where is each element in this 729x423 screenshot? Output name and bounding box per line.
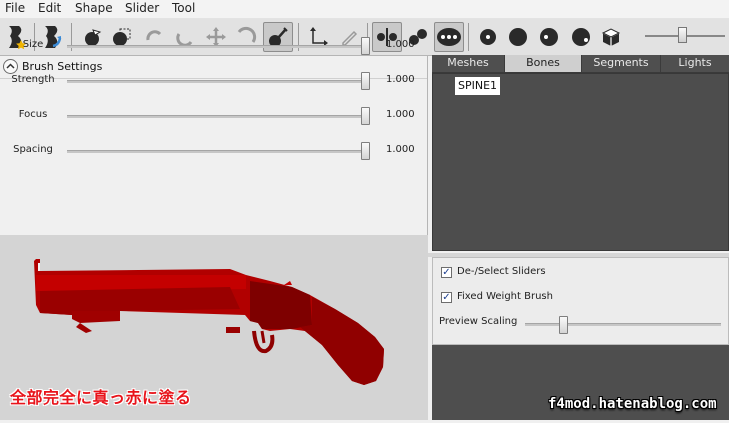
three-dots-icon[interactable] [434,22,464,52]
deselect-sliders-label: De-/Select Sliders [457,266,546,277]
brush-settings-title: Brush Settings [22,60,103,73]
bone-item-spine1[interactable]: SPINE1 [455,77,501,95]
tab-meshes[interactable]: Meshes [432,55,505,72]
brush-focus-slider-track[interactable] [67,115,370,118]
brush-spacing-value: 1.000 [386,144,415,155]
preview-scaling-track[interactable] [525,323,721,326]
brush-spacing-slider-track[interactable] [67,150,370,153]
brush-size-slider-thumb[interactable] [361,37,370,55]
menu-file[interactable]: File [5,1,25,15]
fixed-weight-brush-label: Fixed Weight Brush [457,291,553,302]
zoom-slider-thumb[interactable] [678,27,687,43]
bone-list[interactable] [432,73,729,251]
dot-half-icon[interactable] [534,22,564,52]
preview-scaling-thumb[interactable] [559,316,569,334]
brush-size-slider-track[interactable] [67,45,370,48]
tab-bones[interactable]: Bones [505,55,582,72]
brush-strength-label: Strength [11,74,55,85]
brush-size-label: Size [22,39,44,50]
brush-focus-value: 1.000 [386,109,415,120]
brush-strength-slider-track[interactable] [67,80,370,83]
options-panel: ✓ De-/Select Sliders ✓ Fixed Weight Brus… [432,257,729,345]
menu-tool[interactable]: Tool [172,1,195,15]
menu-shape[interactable]: Shape [75,1,113,15]
brush-spacing-label: Spacing [13,144,53,155]
deselect-sliders-checkbox[interactable]: ✓ [441,267,452,278]
right-tab-bar: Meshes Bones Segments Lights [432,55,729,73]
brush-spacing-slider-thumb[interactable] [361,142,370,160]
brush-strength-slider-thumb[interactable] [361,72,370,90]
tab-lights[interactable]: Lights [661,55,729,72]
cube-icon[interactable] [596,22,626,52]
dot-medium-icon[interactable] [503,22,533,52]
tab-segments[interactable]: Segments [582,55,661,72]
preview-scaling-label: Preview Scaling [439,316,518,327]
menu-slider[interactable]: Slider [125,1,159,15]
menu-bar: File Edit Shape Slider Tool [0,0,729,19]
brush-focus-slider-thumb[interactable] [361,107,370,125]
watermark-text: f4mod.hatenablog.com [548,396,717,412]
brush-focus-label: Focus [18,109,48,120]
brush-settings-panel: Brush Settings Size 1.000 Strength 1.000 Foc… [0,37,428,235]
menu-edit[interactable]: Edit [38,1,61,15]
caption-overlay: 全部完全に真っ赤に塗る [10,388,192,407]
dot-small-icon[interactable] [473,22,503,52]
collapse-chevron-icon[interactable] [3,59,18,74]
fixed-weight-brush-checkbox[interactable]: ✓ [441,292,452,303]
brush-strength-value: 1.000 [386,74,415,85]
dot-large-icon[interactable] [566,22,596,52]
brush-size-value: 1.000 [386,39,415,50]
